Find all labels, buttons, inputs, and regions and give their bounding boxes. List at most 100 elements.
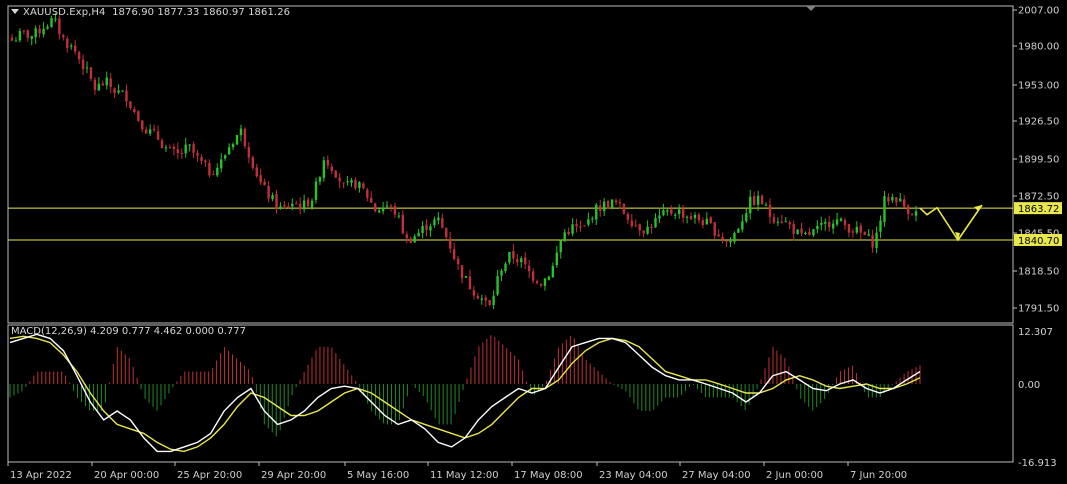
- candle-body: [547, 276, 551, 280]
- candle-body: [618, 202, 622, 204]
- macd-axis-label: 12.307: [1018, 327, 1053, 338]
- time-axis-label: 27 May 04:00: [682, 470, 751, 481]
- candle-body: [125, 90, 128, 102]
- candle-body: [291, 203, 294, 207]
- candle-body: [14, 40, 18, 42]
- candle-body: [883, 196, 886, 222]
- candle-body: [555, 252, 558, 265]
- chart-canvas[interactable]: 2007.00 1980.00 1953.00 1926.50 1899.50 1872.…: [0, 0, 1067, 484]
- candle-body: [255, 167, 258, 177]
- time-axis-label: 13 Apr 2022: [10, 470, 72, 481]
- price-axis-label: 1791.50: [1018, 304, 1059, 315]
- macd-axis-label: -16.913: [1018, 458, 1057, 469]
- candle-body: [824, 221, 827, 224]
- candle-body: [756, 195, 760, 205]
- candle-body: [831, 223, 835, 229]
- candle-body: [109, 78, 112, 88]
- candle-body: [445, 228, 448, 238]
- candle-body: [66, 38, 69, 49]
- candle-body: [760, 195, 764, 205]
- candle-body: [227, 147, 231, 155]
- candle-body: [164, 147, 168, 149]
- candle-body: [855, 227, 859, 233]
- candle-body: [638, 224, 641, 231]
- candle-body: [176, 149, 180, 154]
- price-level-tag-label: 1863.72: [1018, 204, 1059, 215]
- candle-body: [314, 181, 318, 200]
- candle-body: [531, 271, 535, 281]
- candle-body: [275, 193, 278, 209]
- candle-body: [46, 26, 49, 29]
- candle-body: [551, 265, 555, 278]
- candle-body: [441, 218, 444, 228]
- candle-body: [709, 217, 712, 224]
- candle-body: [681, 208, 685, 218]
- candle-body: [685, 216, 689, 218]
- time-axis-label: 7 Jun 20:00: [850, 470, 907, 481]
- candle-body: [58, 18, 61, 35]
- candle-body: [772, 217, 776, 223]
- candle-body: [768, 204, 772, 217]
- dropdown-arrow-icon[interactable]: [11, 9, 19, 14]
- candle-body: [674, 214, 677, 216]
- candle-body: [697, 214, 701, 221]
- candle-body: [259, 175, 262, 183]
- candle-body: [279, 206, 282, 209]
- time-axis-label: 25 Apr 20:00: [177, 470, 242, 481]
- candle-body: [721, 236, 724, 240]
- candle-body: [362, 183, 365, 189]
- candle-body: [606, 201, 610, 209]
- candle-body: [508, 251, 511, 263]
- candle-body: [500, 270, 503, 276]
- candle-body: [97, 83, 101, 91]
- candle-body: [188, 144, 191, 146]
- candle-body: [828, 222, 831, 228]
- candle-body: [456, 258, 460, 265]
- candle-body: [535, 281, 539, 284]
- candle-body: [843, 219, 847, 226]
- candle-body: [223, 155, 227, 159]
- candle-body: [788, 222, 791, 225]
- candle-body: [875, 232, 878, 248]
- candle-body: [480, 298, 483, 300]
- candle-body: [899, 198, 902, 202]
- candle-body: [642, 230, 645, 234]
- candle-body: [34, 28, 37, 38]
- candle-body: [220, 159, 223, 169]
- candle-body: [18, 30, 22, 41]
- candle-body: [38, 28, 41, 34]
- candle-body: [243, 128, 247, 147]
- candle-body: [614, 200, 618, 203]
- candle-body: [452, 249, 456, 259]
- candle-body: [571, 224, 574, 234]
- candle-body: [741, 221, 744, 230]
- candle-body: [172, 146, 176, 150]
- candle-body: [780, 221, 784, 223]
- candle-body: [512, 250, 515, 259]
- candle-body: [820, 222, 823, 225]
- time-axis-label: 20 Apr 00:00: [94, 470, 159, 481]
- candle-body: [677, 209, 681, 215]
- candle-body: [267, 186, 270, 199]
- candle-body: [338, 177, 341, 182]
- candle-body: [152, 128, 156, 131]
- candle-body: [133, 109, 136, 112]
- candle-body: [847, 224, 851, 233]
- candle-body: [484, 297, 487, 301]
- candle-body: [330, 166, 333, 172]
- candle-body: [54, 18, 57, 20]
- candle-body: [117, 90, 120, 93]
- candle-body: [749, 196, 752, 214]
- ohlc-values: 1876.90 1877.33 1860.97 1861.26: [112, 7, 291, 18]
- price-axis-label: 1926.50: [1018, 117, 1059, 128]
- candle-body: [10, 37, 14, 41]
- candle-body: [713, 222, 716, 236]
- candle-body: [212, 174, 215, 176]
- candle-body: [326, 159, 330, 166]
- candle-body: [141, 120, 144, 130]
- candle-body: [81, 59, 85, 70]
- candle-body: [405, 234, 408, 239]
- candle-body: [200, 156, 203, 161]
- candle-body: [310, 200, 314, 208]
- candle-body: [654, 217, 657, 228]
